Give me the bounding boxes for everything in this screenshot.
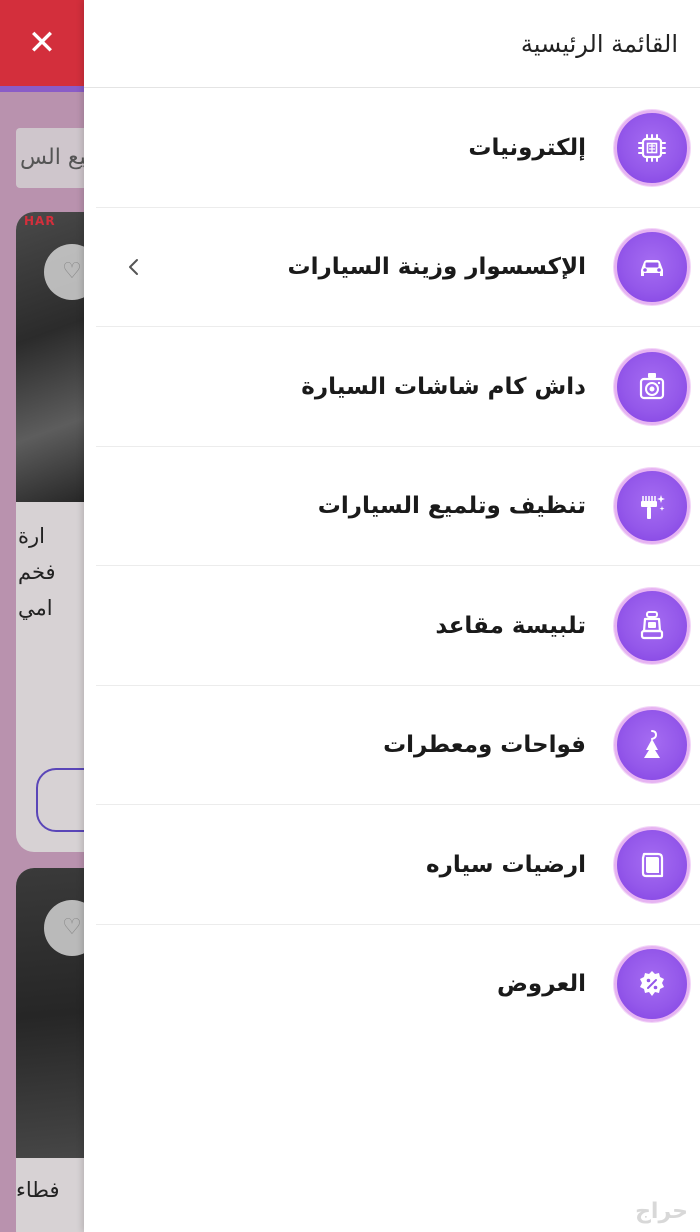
menu-item-electronics[interactable]: إلكترونيات: [84, 88, 700, 208]
drawer-header: القائمة الرئيسية: [84, 0, 700, 88]
menu-item-label: تنظيف وتلميع السيارات: [317, 493, 586, 520]
close-drawer-button[interactable]: ✕: [0, 0, 84, 88]
car-icon: [614, 229, 690, 306]
navigation-drawer: القائمة الرئيسية إلكترونيات الإكسسوار وز…: [84, 0, 700, 1232]
menu-item-cleaning[interactable]: تنظيف وتلميع السيارات: [84, 447, 700, 567]
menu-item-label: فواحات ومعطرات: [383, 732, 586, 759]
menu-item-label: العروض: [496, 971, 586, 998]
menu-item-label: داش كام شاشات السيارة: [301, 373, 586, 400]
floor-mat-icon: [614, 826, 690, 903]
menu-list: إلكترونيات الإكسسوار وزينة السيارات داش …: [84, 88, 700, 1044]
drawer-title: القائمة الرئيسية: [520, 29, 678, 58]
menu-item-label: الإكسسوار وزينة السيارات: [287, 254, 586, 281]
chip-icon: [614, 109, 690, 186]
menu-item-floor-mats[interactable]: ارضيات سياره: [84, 805, 700, 925]
dashcam-icon: [614, 348, 690, 425]
menu-item-label: تلبيسة مقاعد: [435, 612, 586, 639]
menu-item-accessories[interactable]: الإكسسوار وزينة السيارات: [84, 208, 700, 328]
chevron-left-icon: [129, 259, 138, 276]
menu-item-air-fresheners[interactable]: فواحات ومعطرات: [84, 686, 700, 806]
product-title: فطاء: [16, 1178, 60, 1202]
cleaning-spray-icon: [614, 468, 690, 545]
menu-item-label: ارضيات سياره: [426, 851, 586, 878]
discount-badge-icon: [614, 946, 690, 1023]
menu-item-offers[interactable]: العروض: [84, 925, 700, 1045]
product-brand-logo: HAR: [24, 214, 56, 228]
air-freshener-icon: [614, 707, 690, 784]
menu-item-seat-covers[interactable]: تلبيسة مقاعد: [84, 566, 700, 686]
menu-item-label: إلكترونيات: [468, 134, 586, 161]
close-icon: ✕: [27, 23, 57, 63]
menu-item-dashcam[interactable]: داش كام شاشات السيارة: [84, 327, 700, 447]
car-seat-icon: [614, 587, 690, 664]
watermark-logo: حراج: [635, 1199, 688, 1224]
